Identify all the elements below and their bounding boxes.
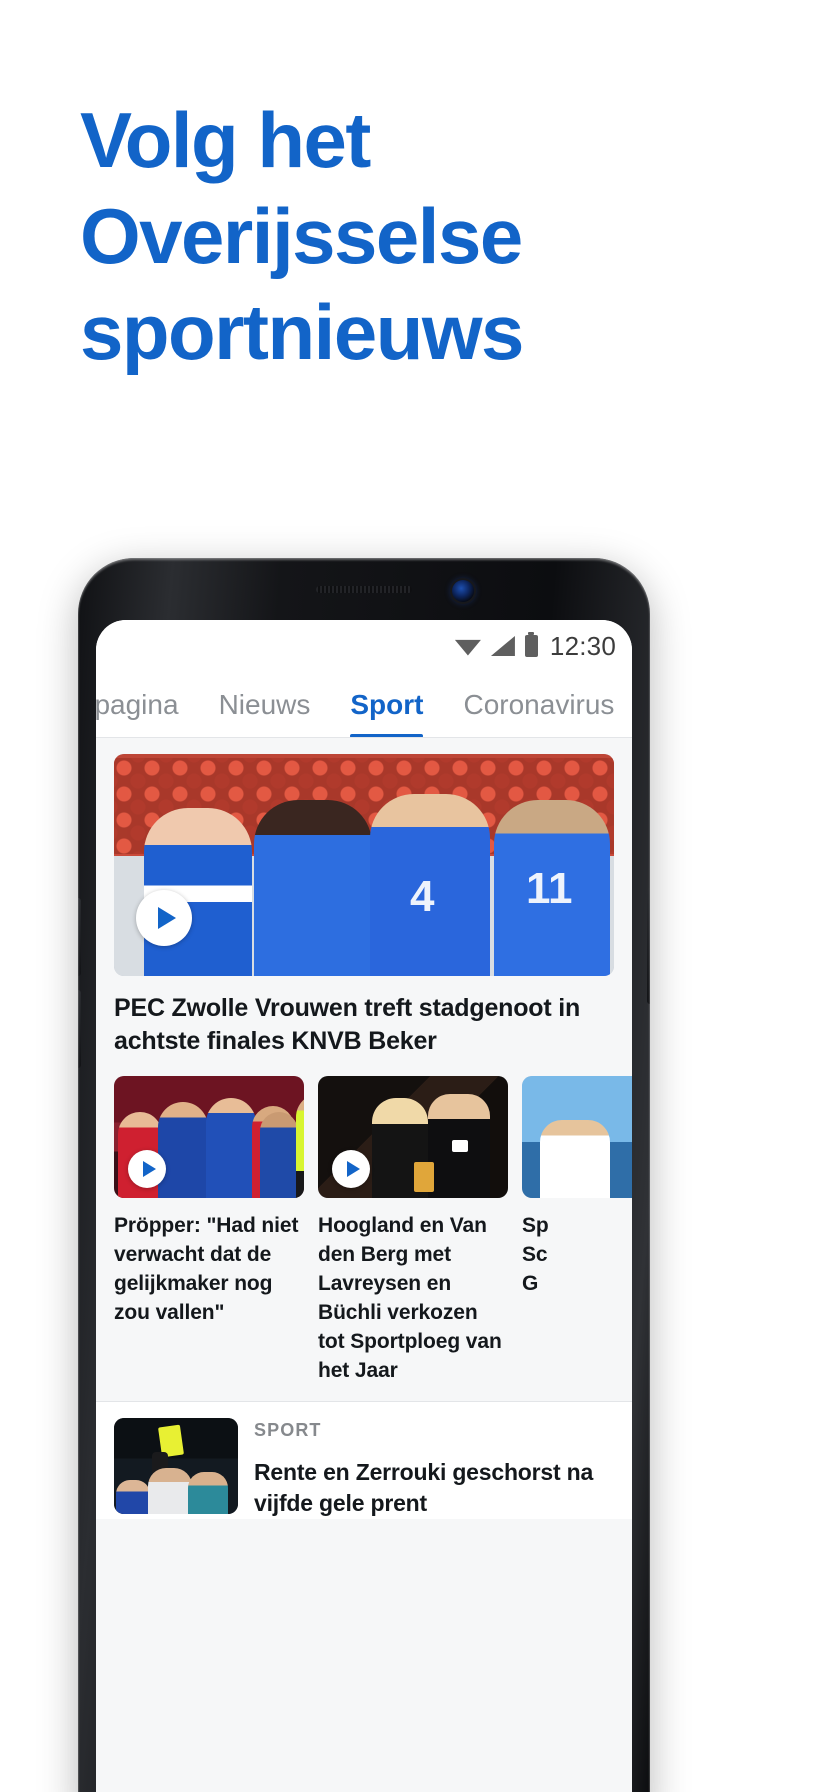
carousel-card-image[interactable] (114, 1076, 304, 1198)
earpiece-speaker (316, 586, 412, 593)
phone-screen: 12:30 oorpagina Nieuws Sport Coronavirus… (96, 620, 632, 1792)
phone-device-mockup: 12:30 oorpagina Nieuws Sport Coronavirus… (78, 558, 650, 1792)
promo-headline-line-3: sportnieuws (80, 288, 524, 376)
player-figure (188, 1472, 228, 1514)
list-item-thumbnail[interactable] (114, 1418, 238, 1514)
tab-sport[interactable]: Sport (350, 672, 424, 737)
status-bar-clock: 12:30 (549, 630, 616, 661)
section-tab-bar[interactable]: oorpagina Nieuws Sport Coronavirus Enter (96, 672, 632, 738)
referee-figure (296, 1094, 304, 1198)
carousel-card-title[interactable]: Pröpper: "Had niet verwacht dat de gelij… (114, 1211, 304, 1327)
yellow-card-photo (114, 1418, 238, 1514)
carousel-card-title[interactable]: Sp Sc G (522, 1211, 632, 1298)
tab-coronavirus[interactable]: Coronavirus (463, 672, 614, 737)
power-button[interactable] (647, 888, 650, 1004)
volume-up-button[interactable] (78, 898, 81, 976)
app-store-screenshot: Volg het Overijsselse sportnieuws 12:30 … (0, 0, 828, 1792)
carousel-card[interactable]: Pröpper: "Had niet verwacht dat de gelij… (114, 1076, 304, 1385)
carousel-card[interactable]: Sp Sc G (522, 1076, 632, 1385)
tab-nieuws[interactable]: Nieuws (219, 672, 311, 737)
article-feed[interactable]: 4 11 PEC Zwolle Vrouwen treft stadgenoot… (96, 738, 632, 1792)
battery-icon (524, 632, 538, 657)
player-figure (254, 800, 372, 976)
article-carousel[interactable]: Pröpper: "Had niet verwacht dat de gelij… (96, 1076, 632, 1385)
carousel-card-image[interactable] (522, 1076, 632, 1198)
promo-headline: Volg het Overijsselse sportnieuws (80, 92, 740, 380)
volume-down-button[interactable] (78, 990, 81, 1068)
play-icon[interactable] (136, 890, 192, 946)
referee-figure (148, 1468, 192, 1514)
third-photo (522, 1076, 632, 1198)
tab-voorpagina[interactable]: oorpagina (96, 672, 179, 737)
list-item-kicker: SPORT (254, 1420, 322, 1440)
bowtie (452, 1140, 468, 1152)
jersey-number: 4 (410, 872, 435, 921)
front-camera-icon (452, 580, 474, 602)
play-triangle-icon (347, 1161, 360, 1177)
hero-photo: 4 11 (114, 754, 614, 976)
carousel-card-title[interactable]: Hoogland en Van den Berg met Lavreysen e… (318, 1211, 508, 1385)
wifi-icon (454, 639, 481, 656)
award-object (414, 1162, 434, 1192)
signal-icon (490, 636, 515, 656)
hero-article-title[interactable]: PEC Zwolle Vrouwen treft stadgenoot in a… (96, 976, 632, 1076)
hero-article-image[interactable]: 4 11 (114, 754, 614, 976)
play-triangle-icon (143, 1161, 156, 1177)
play-triangle-icon (158, 907, 176, 929)
person-figure (540, 1120, 610, 1198)
player-figure (116, 1480, 150, 1514)
list-item-title[interactable]: Rente en Zerrouki geschorst na vijfde ge… (254, 1457, 614, 1519)
carousel-card-image[interactable] (318, 1076, 508, 1198)
jersey-number: 11 (526, 864, 573, 913)
player-figure (158, 1102, 208, 1198)
status-bar: 12:30 (96, 620, 632, 672)
play-icon[interactable] (332, 1150, 370, 1188)
player-figure (206, 1098, 256, 1198)
carousel-card[interactable]: Hoogland en Van den Berg met Lavreysen e… (318, 1076, 508, 1385)
list-item[interactable]: SPORT Rente en Zerrouki geschorst na vij… (96, 1402, 632, 1519)
promo-headline-line-2: Overijsselse (80, 192, 523, 280)
play-icon[interactable] (128, 1150, 166, 1188)
player-figure (260, 1112, 298, 1198)
promo-headline-line-1: Volg het (80, 96, 371, 184)
hero-article-card[interactable]: 4 11 (96, 738, 632, 976)
list-item-text: SPORT Rente en Zerrouki geschorst na vij… (254, 1418, 614, 1519)
